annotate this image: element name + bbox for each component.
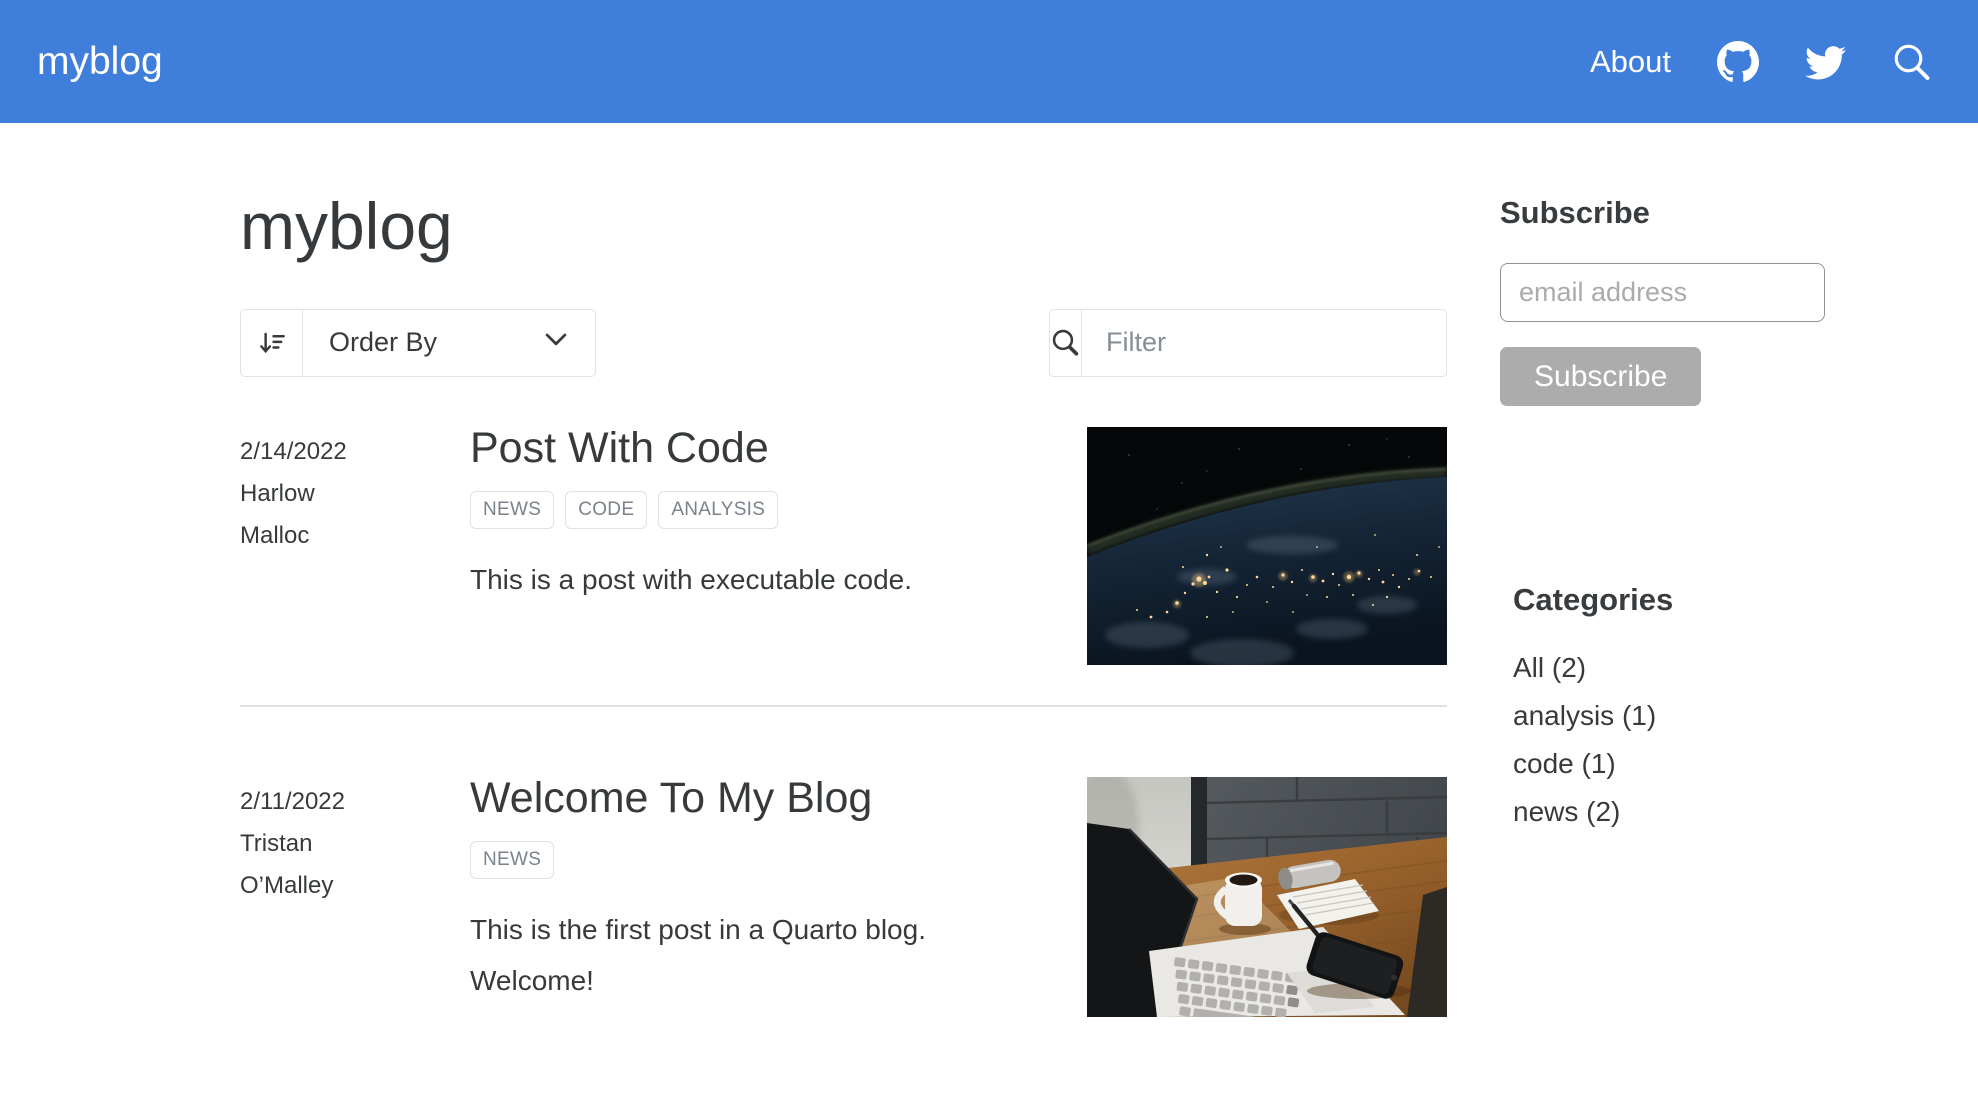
listing-controls: Order By xyxy=(240,308,1484,377)
post-row-welcome: 2/11/2022 Tristan O’Malley Welcome To My… xyxy=(240,774,1447,1017)
tag-code[interactable]: code xyxy=(565,491,648,530)
post-tags: news xyxy=(470,841,1087,880)
post-row-post-with-code: 2/14/2022 Harlow Malloc Post With Code n… xyxy=(240,424,1447,665)
category-code[interactable]: code (1) xyxy=(1513,740,1848,788)
tag-analysis[interactable]: analysis xyxy=(658,491,779,530)
navbar-brand[interactable]: myblog xyxy=(37,40,163,84)
tag-news[interactable]: news xyxy=(470,841,555,880)
listing-main: myblog Order By Filter 2/14/2022 Harlow … xyxy=(240,123,1484,1017)
page-title: myblog xyxy=(240,189,453,263)
order-by-control[interactable]: Order By xyxy=(240,308,596,377)
navbar-links: About xyxy=(1590,40,1932,83)
post-date: 2/14/2022 xyxy=(240,437,347,465)
category-news[interactable]: news (2) xyxy=(1513,788,1848,836)
categories-section: Categories All (2) analysis (1) code (1)… xyxy=(1500,582,1848,837)
margin-sidebar: Subscribe Subscribe Categories All (2) a… xyxy=(1500,123,1848,1017)
filter-input[interactable] xyxy=(1082,309,1484,376)
post-meta: 2/11/2022 Tristan O’Malley xyxy=(240,777,470,1017)
post-date: 2/11/2022 xyxy=(240,787,345,815)
order-by-select[interactable]: Order By xyxy=(303,310,595,376)
post-thumbnail-earth-at-night[interactable] xyxy=(1087,426,1447,665)
post-meta: 2/14/2022 Harlow Malloc xyxy=(240,427,470,665)
post-body: Welcome To My Blog news This is the firs… xyxy=(470,774,1087,1017)
post-body: Post With Code news code analysis This i… xyxy=(470,424,1087,665)
subscribe-button[interactable]: Subscribe xyxy=(1500,347,1702,406)
navbar-search-icon[interactable] xyxy=(1892,42,1932,82)
categories-heading: Categories xyxy=(1513,582,1674,617)
sort-icon xyxy=(241,309,303,376)
post-author: Harlow Malloc xyxy=(240,479,315,549)
post-description: This is the first post in a Quarto blog.… xyxy=(470,914,926,996)
category-analysis[interactable]: analysis (1) xyxy=(1513,692,1848,740)
post-title[interactable]: Welcome To My Blog xyxy=(470,773,1087,825)
filter-search-icon xyxy=(1050,309,1082,376)
post-thumbnail-desk[interactable] xyxy=(1087,776,1447,1017)
subscribe-heading: Subscribe xyxy=(1500,195,1650,230)
post-author: Tristan O’Malley xyxy=(240,829,334,899)
order-by-label: Order By xyxy=(329,327,438,358)
post-description: This is a post with executable code. xyxy=(470,564,913,596)
post-listing: 2/14/2022 Harlow Malloc Post With Code n… xyxy=(240,424,1447,1017)
post-tags: news code analysis xyxy=(470,491,1087,530)
subscribe-section: Subscribe Subscribe xyxy=(1500,195,1848,406)
tag-news[interactable]: news xyxy=(470,491,555,530)
navbar: myblog About xyxy=(0,0,1978,123)
twitter-icon[interactable] xyxy=(1805,41,1846,82)
email-field[interactable] xyxy=(1500,263,1825,322)
post-title[interactable]: Post With Code xyxy=(470,423,1087,475)
page-content: myblog Order By Filter 2/14/2022 Harlow … xyxy=(0,123,1978,1017)
filter-control xyxy=(1049,308,1484,377)
post-divider xyxy=(240,704,1447,707)
github-icon[interactable] xyxy=(1717,40,1759,83)
nav-link-about[interactable]: About xyxy=(1590,44,1671,80)
chevron-down-icon xyxy=(543,326,569,359)
category-all[interactable]: All (2) xyxy=(1513,644,1848,692)
